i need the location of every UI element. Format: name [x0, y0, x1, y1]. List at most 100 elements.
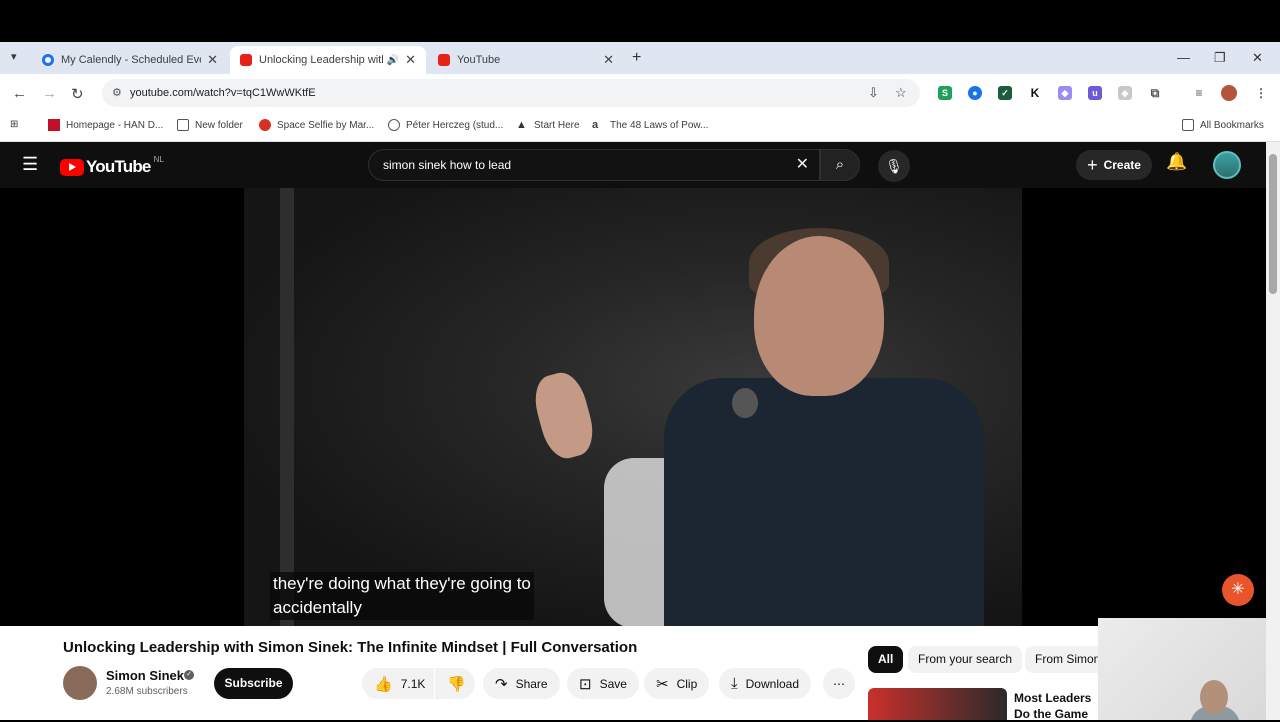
verified-icon: ✓	[184, 670, 194, 680]
video-details: Unlocking Leadership with Simon Sinek: T…	[0, 626, 1266, 722]
search-icon: ⌕	[835, 156, 845, 173]
all-bookmarks[interactable]: All Bookmarks	[1182, 119, 1264, 131]
folder-icon	[1182, 119, 1194, 131]
forward-icon[interactable]: →	[42, 85, 57, 102]
install-app-icon[interactable]: ⇩	[868, 79, 879, 107]
video-caption: they're doing what they're going to acci…	[270, 572, 534, 620]
extension-k-icon[interactable]: K	[1028, 86, 1042, 100]
handheld-microphone	[732, 388, 758, 418]
chip-all[interactable]: All	[868, 646, 904, 673]
download-icon: ⤓	[731, 675, 738, 692]
bookmark-item[interactable]: ▲ Start Here	[516, 119, 580, 131]
speaker-body	[664, 378, 984, 626]
youtube-play-icon	[60, 158, 84, 176]
channel-avatar[interactable]	[63, 666, 97, 700]
save-bookmark-icon: ⊡	[579, 675, 592, 693]
back-icon[interactable]: ←	[12, 85, 27, 102]
extension-check-icon[interactable]: ✓	[998, 86, 1012, 100]
plus-icon: +	[1087, 154, 1098, 175]
more-actions-button[interactable]: ⋯	[823, 668, 855, 699]
browser-menu-icon[interactable]: ⋮	[1254, 86, 1268, 100]
more-horizontal-icon: ⋯	[833, 676, 845, 691]
window-close-icon[interactable]: ✕	[1252, 50, 1263, 66]
account-avatar[interactable]	[1213, 151, 1241, 179]
recommendation-thumbnail[interactable]	[868, 688, 1007, 720]
reload-icon[interactable]: ↻	[71, 85, 84, 103]
extension-u-icon[interactable]: u	[1088, 86, 1102, 100]
share-button[interactable]: ↷ Share	[483, 668, 560, 699]
extension-circle-icon[interactable]: ●	[968, 86, 982, 100]
tab-search-chevron-icon[interactable]: ▾	[11, 50, 17, 63]
hamburger-menu-icon[interactable]: ☰	[22, 154, 38, 175]
scrollbar-thumb[interactable]	[1269, 154, 1277, 294]
address-toolbar: ← → ↻ ⚙ youtube.com/watch?v=tqC1WwWKtfE …	[0, 74, 1280, 112]
youtube-icon	[240, 54, 252, 66]
search-input[interactable]: simon sinek how to lead ✕	[368, 149, 820, 181]
recommendation-title[interactable]: Most Leaders Do the Game They're	[1014, 690, 1098, 722]
save-button[interactable]: ⊡ Save	[567, 668, 639, 699]
apps-grid-icon[interactable]: ⊞	[10, 119, 18, 130]
asterisk-icon: ✳	[1231, 581, 1245, 598]
clip-button[interactable]: ✂ Clip	[644, 668, 710, 699]
minimize-icon[interactable]: —	[1177, 50, 1190, 65]
close-tab-icon[interactable]: ✕	[207, 52, 218, 68]
notifications-bell-icon[interactable]: 🔔	[1166, 152, 1187, 172]
search-button[interactable]: ⌕	[820, 149, 860, 181]
clear-search-icon[interactable]: ✕	[796, 150, 809, 180]
share-icon: ↷	[495, 675, 508, 693]
page-scrollbar[interactable]	[1266, 142, 1280, 720]
voice-search-button[interactable]: 🎙	[878, 150, 910, 182]
like-button[interactable]: 👍 7.1K	[362, 668, 434, 699]
amazon-icon: a	[592, 119, 599, 131]
bookmark-item[interactable]: Space Selfie by Mar...	[259, 119, 374, 131]
space-selfie-icon	[259, 119, 271, 131]
download-button[interactable]: ⤓ Download	[719, 668, 812, 699]
speaker-icon[interactable]: 🔊	[387, 55, 399, 66]
speaker-hand	[528, 367, 600, 464]
han-icon	[48, 119, 60, 131]
folder-icon	[177, 119, 189, 131]
bookmark-item[interactable]: Péter Herczeg (stud...	[388, 119, 503, 131]
bookmarks-bar: ⊞ Homepage - HAN D... New folder Space S…	[0, 112, 1280, 142]
speaker-head	[754, 236, 884, 396]
url-bar[interactable]: ⚙ youtube.com/watch?v=tqC1WwWKtfE ⇩ ☆	[102, 79, 920, 107]
tab-calendly[interactable]: My Calendly - Scheduled Events ✕	[32, 46, 228, 74]
channel-name[interactable]: Simon Sinek	[106, 668, 184, 683]
stage-pillar	[280, 188, 294, 626]
extension-s-icon[interactable]: S	[938, 86, 952, 100]
video-player[interactable]	[0, 188, 1266, 626]
tab-youtube[interactable]: YouTube ✕	[428, 46, 624, 74]
thumbs-up-icon: 👍	[374, 675, 393, 693]
bookmark-folder[interactable]: New folder	[177, 119, 243, 131]
video-title: Unlocking Leadership with Simon Sinek: T…	[63, 639, 638, 656]
site-info-icon[interactable]: ⚙	[112, 79, 122, 107]
bookmark-item[interactable]: Homepage - HAN D...	[48, 119, 163, 131]
extension-shield-icon[interactable]: ◈	[1118, 86, 1132, 100]
video-frame[interactable]	[244, 188, 1022, 626]
bookmark-item[interactable]: a The 48 Laws of Pow...	[592, 119, 708, 131]
youtube-icon	[438, 54, 450, 66]
chip-from-your-search[interactable]: From your search	[908, 646, 1023, 673]
extension-leaf-icon[interactable]: ◆	[1058, 86, 1072, 100]
close-tab-icon[interactable]: ✕	[405, 52, 416, 68]
youtube-header: ☰ YouTube NL simon sinek how to lead ✕ ⌕…	[0, 142, 1266, 188]
restore-icon[interactable]: ❐	[1214, 50, 1226, 66]
webcam-person-head	[1200, 680, 1228, 714]
youtube-logo[interactable]: YouTube NL	[60, 155, 164, 177]
profile-avatar[interactable]	[1221, 85, 1237, 101]
tab-unlocking-leadership[interactable]: Unlocking Leadership with Simon 🔊 ✕	[230, 46, 426, 74]
create-button[interactable]: + Create	[1076, 150, 1152, 180]
triangle-icon: ▲	[516, 119, 527, 131]
subscribe-button[interactable]: Subscribe	[214, 668, 293, 699]
close-tab-icon[interactable]: ✕	[603, 52, 614, 68]
scissors-icon: ✂	[656, 675, 669, 693]
bookmark-star-icon[interactable]: ☆	[895, 79, 907, 107]
extensions-puzzle-icon[interactable]: ⧉	[1148, 86, 1162, 100]
dislike-button[interactable]: 👎	[435, 668, 475, 699]
calendly-icon	[42, 54, 54, 66]
media-control-icon[interactable]: ≡	[1192, 86, 1206, 100]
new-tab-icon[interactable]: +	[632, 49, 641, 67]
subscriber-count: 2.68M subscribers	[106, 686, 188, 697]
thumbs-down-icon: 👎	[447, 675, 466, 693]
floating-extension-button[interactable]: ✳	[1222, 574, 1254, 606]
